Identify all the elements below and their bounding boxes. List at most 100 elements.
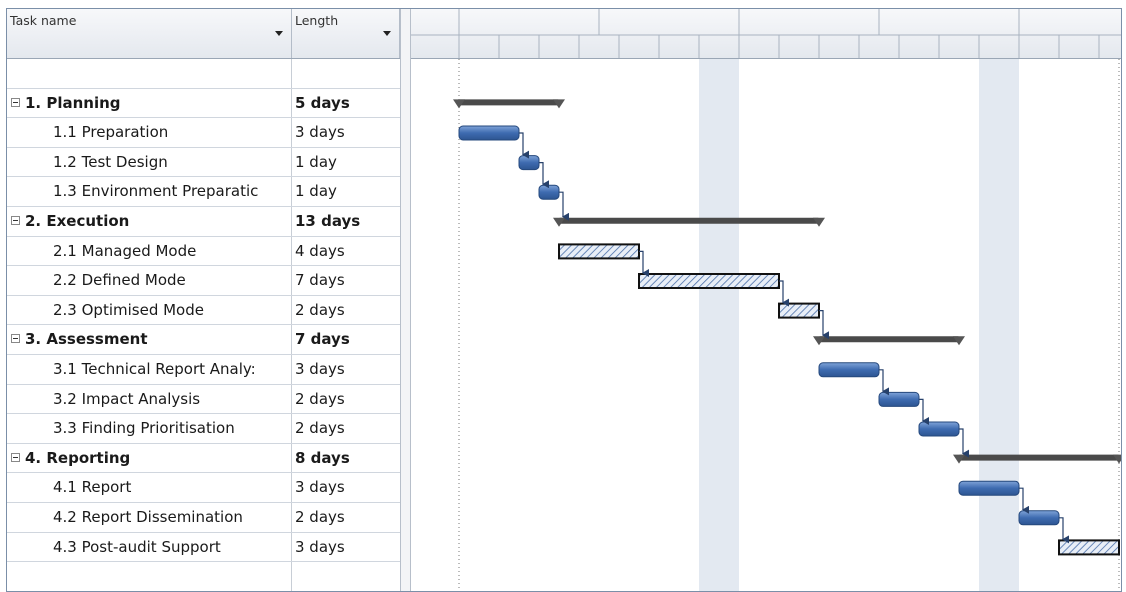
- task-name-cell[interactable]: [7, 562, 292, 591]
- task-bar-hatched: [778, 302, 820, 319]
- task-row[interactable]: 1.2 Test Design 1 day: [7, 147, 400, 178]
- length-column-header[interactable]: Length: [292, 9, 400, 58]
- collapse-icon[interactable]: [11, 216, 20, 225]
- task-name-cell[interactable]: 4.3 Post-audit Support: [7, 532, 292, 562]
- task-name-cell[interactable]: [7, 59, 292, 88]
- task-name-cell[interactable]: 4.1 Report: [7, 473, 292, 502]
- dependency-arrow: [559, 191, 569, 221]
- task-name-label: 1.2 Test Design: [53, 152, 168, 171]
- task-length-cell[interactable]: 2 days: [292, 385, 400, 414]
- task-name-label: 1.1 Preparation: [53, 123, 169, 142]
- dependency-arrow: [959, 428, 969, 458]
- task-name-cell[interactable]: 1.2 Test Design: [7, 147, 292, 177]
- task-row[interactable]: 2.1 Managed Mode 4 days: [7, 236, 400, 267]
- dependency-arrow: [1019, 487, 1029, 514]
- task-length-cell[interactable]: 1 day: [292, 177, 400, 206]
- gantt-chart: [411, 9, 1121, 591]
- task-name-cell[interactable]: 3.3 Finding Prioritisation: [7, 414, 292, 443]
- task-name-cell[interactable]: 3.2 Impact Analysis: [7, 384, 292, 414]
- empty-row[interactable]: [7, 59, 400, 89]
- task-name-label: 2. Execution: [25, 212, 130, 230]
- task-row[interactable]: 4.1 Report 3 days: [7, 473, 400, 503]
- task-length-cell[interactable]: 7 days: [292, 266, 400, 295]
- task-length-cell[interactable]: 2 days: [292, 503, 400, 532]
- task-row[interactable]: 4.2 Report Dissemination 2 days: [7, 503, 400, 533]
- dependency-arrow: [879, 369, 889, 396]
- empty-row[interactable]: [7, 562, 400, 591]
- dependency-arrow: [1059, 517, 1069, 544]
- task-row[interactable]: 3.2 Impact Analysis 2 days: [7, 384, 400, 415]
- task-name-cell[interactable]: 2. Execution: [7, 207, 292, 236]
- collapse-icon[interactable]: [11, 334, 20, 344]
- task-name-cell[interactable]: 1.1 Preparation: [7, 118, 292, 147]
- task-row[interactable]: 2.3 Optimised Mode 2 days: [7, 295, 400, 326]
- grid-header: Task name Length: [7, 9, 400, 59]
- summary-row[interactable]: 1. Planning 5 days: [7, 88, 400, 119]
- task-name-label: 1. Planning: [25, 93, 121, 112]
- task-length-cell[interactable]: 3 days: [292, 118, 400, 147]
- task-bar: [958, 480, 1020, 496]
- task-length-cell[interactable]: 3 days: [292, 355, 400, 384]
- summary-row[interactable]: 4. Reporting 8 days: [7, 443, 400, 474]
- task-name-cell[interactable]: 4.2 Report Dissemination: [7, 503, 292, 532]
- task-length-cell[interactable]: 5 days: [292, 89, 400, 118]
- task-bar: [918, 421, 960, 437]
- collapse-icon[interactable]: [11, 97, 20, 107]
- task-row[interactable]: 2.2 Defined Mode 7 days: [7, 266, 400, 296]
- task-bar: [878, 391, 920, 407]
- split-divider[interactable]: [400, 9, 411, 591]
- task-length-cell[interactable]: 1 day: [292, 148, 400, 177]
- task-row[interactable]: 1.1 Preparation 3 days: [7, 118, 400, 148]
- task-name-filter-arrow-icon[interactable]: [275, 31, 283, 36]
- task-length-cell[interactable]: 8 days: [292, 444, 400, 473]
- task-length-cell[interactable]: 3 days: [292, 533, 400, 562]
- task-name-label: 3. Assessment: [25, 330, 148, 349]
- gantt-canvas: [411, 9, 1121, 591]
- task-name-cell[interactable]: 2.3 Optimised Mode: [7, 295, 292, 325]
- task-name-label: 4.2 Report Dissemination: [53, 508, 243, 526]
- task-name-cell[interactable]: 3. Assessment: [7, 325, 292, 354]
- task-length-cell[interactable]: 2 days: [292, 414, 400, 443]
- task-length-cell[interactable]: 4 days: [292, 237, 400, 266]
- task-row[interactable]: 4.3 Post-audit Support 3 days: [7, 532, 400, 563]
- dependency-arrow: [539, 162, 549, 189]
- task-row[interactable]: 3.3 Finding Prioritisation 2 days: [7, 414, 400, 444]
- task-name-cell[interactable]: 2.1 Managed Mode: [7, 236, 292, 266]
- task-name-cell[interactable]: 1.3 Environment Preparatic: [7, 177, 292, 206]
- task-name-label: 3.2 Impact Analysis: [53, 389, 201, 408]
- summary-bar: [559, 217, 819, 224]
- summary-row[interactable]: 3. Assessment 7 days: [7, 325, 400, 355]
- task-name-cell[interactable]: 2.2 Defined Mode: [7, 266, 292, 295]
- task-bar-hatched: [638, 273, 780, 289]
- task-name-cell[interactable]: 3.1 Technical Report Analy:: [7, 355, 292, 384]
- task-name-label: 3.3 Finding Prioritisation: [53, 419, 235, 438]
- length-filter-arrow-icon[interactable]: [383, 31, 391, 36]
- task-length-cell[interactable]: [292, 562, 400, 591]
- collapse-icon[interactable]: [11, 452, 20, 462]
- task-row[interactable]: 3.1 Technical Report Analy: 3 days: [7, 355, 400, 385]
- task-bar-hatched: [1058, 539, 1120, 556]
- task-name-header-label: Task name: [10, 13, 77, 28]
- task-bar: [518, 155, 540, 171]
- task-length-cell[interactable]: [292, 59, 400, 88]
- task-bar-hatched: [558, 243, 640, 260]
- task-name-cell[interactable]: 4. Reporting: [7, 443, 292, 473]
- task-bar: [1018, 510, 1060, 526]
- task-length-cell[interactable]: 7 days: [292, 325, 400, 354]
- dependency-arrow: [519, 132, 529, 159]
- task-length-cell[interactable]: 13 days: [292, 207, 400, 236]
- summary-row[interactable]: 2. Execution 13 days: [7, 207, 400, 237]
- task-name-label: 2.1 Managed Mode: [53, 241, 197, 260]
- task-length-cell[interactable]: 2 days: [292, 296, 400, 325]
- length-header-label: Length: [295, 13, 339, 28]
- task-name-label: 4. Reporting: [25, 448, 131, 467]
- task-name-column-header[interactable]: Task name: [7, 9, 292, 58]
- task-row[interactable]: 1.3 Environment Preparatic 1 day: [7, 177, 400, 207]
- project-window: Task name Length 1. Planning 5 days 1.1 Pr…: [6, 8, 1122, 592]
- task-name-label: 1.3 Environment Preparatic: [53, 182, 259, 201]
- task-length-cell[interactable]: 3 days: [292, 473, 400, 502]
- task-name-label: 4.1 Report: [53, 478, 132, 497]
- task-name-cell[interactable]: 1. Planning: [7, 88, 292, 118]
- weekend-band: [699, 59, 739, 591]
- task-bar: [458, 125, 520, 141]
